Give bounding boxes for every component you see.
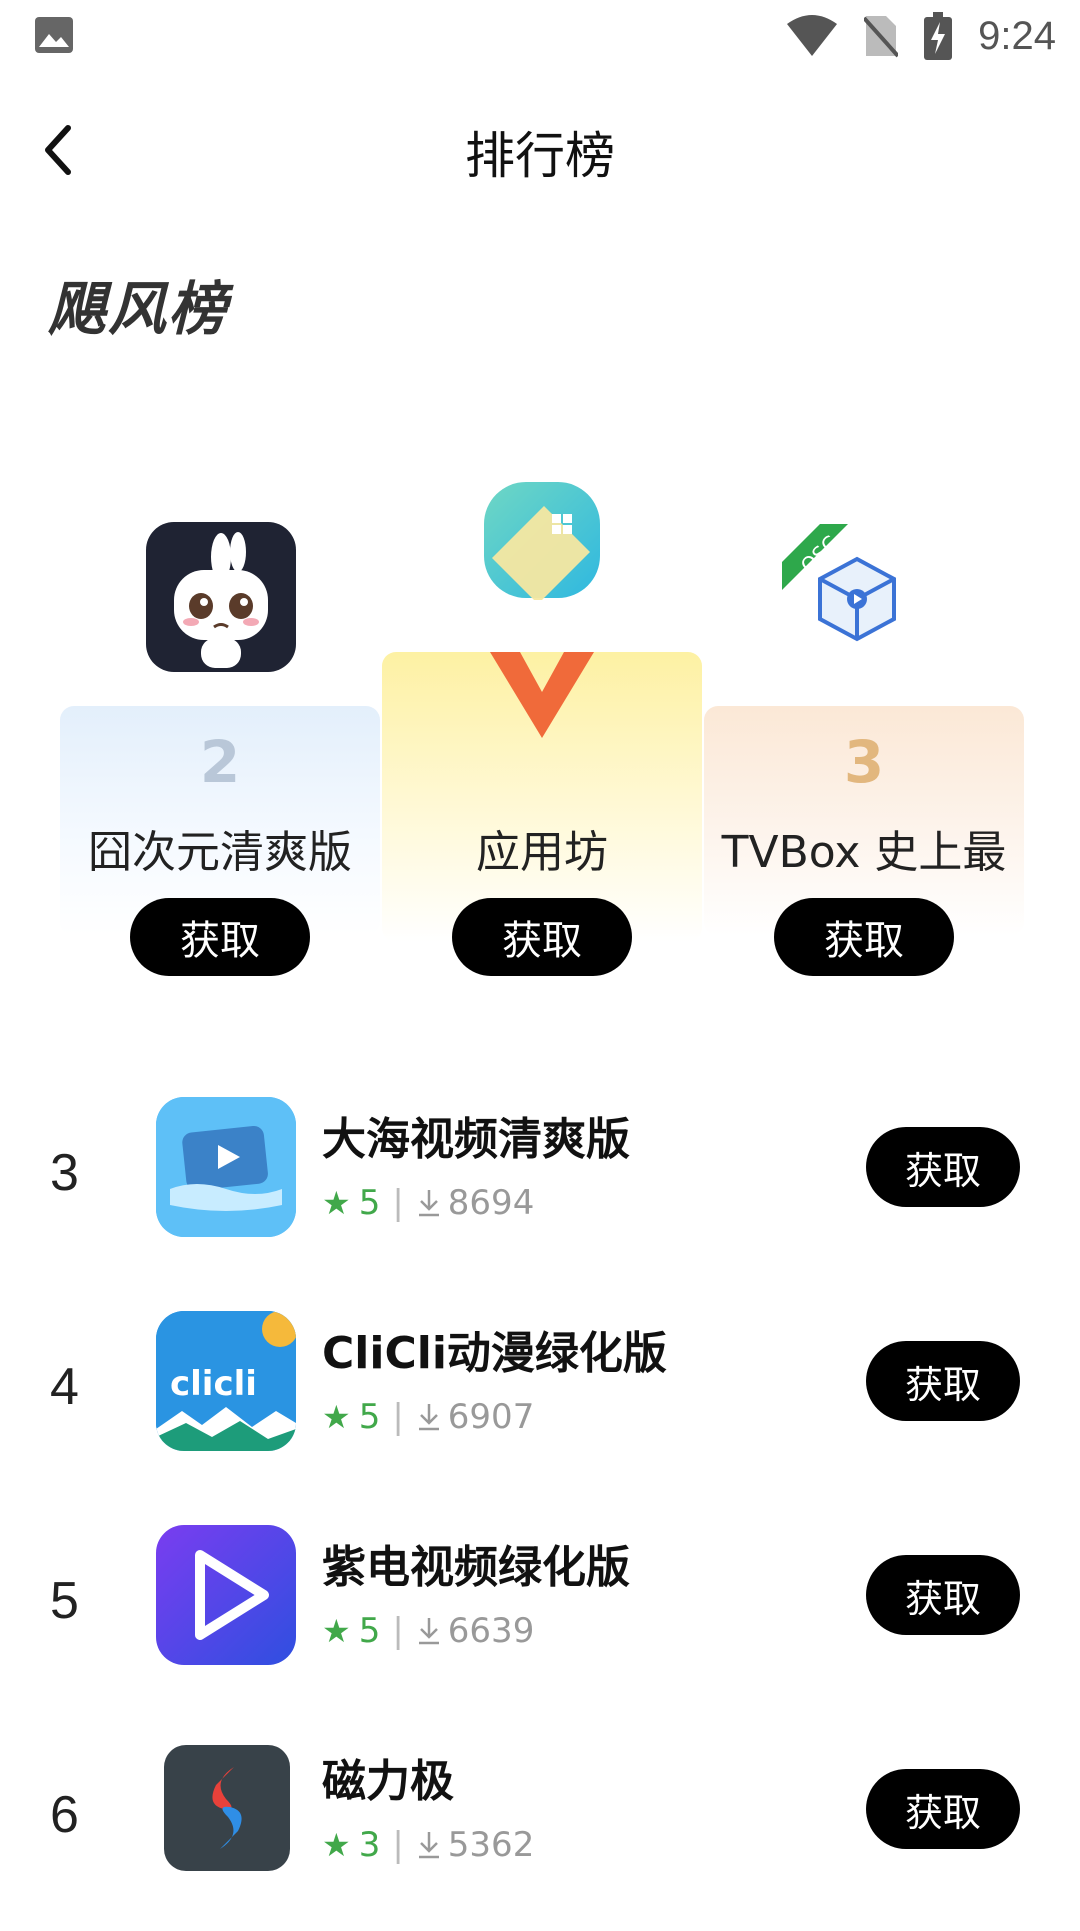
podium-app-name: TVBox 史上最 [721,827,1007,878]
page-title: 排行榜 [465,127,615,185]
app-name: CliCli动漫绿化版 [322,1328,667,1379]
battery-charging-icon [924,12,953,60]
rating-value: 5 [358,1397,381,1437]
podium-rank-2: 2 [199,728,241,796]
svg-text:clicli: clicli [170,1364,257,1404]
list-item[interactable]: 3 大海视频清爽版 ★ 5 | 8694 获取 [0,1075,1080,1289]
ocean-video-icon[interactable] [156,1097,296,1237]
star-icon: ★ [322,1826,351,1864]
top-app-bar: 排行榜 [0,90,1080,210]
app-meta: ★ 5 | 8694 [322,1183,534,1223]
star-icon: ★ [322,1398,351,1436]
ranking-list: 3 大海视频清爽版 ★ 5 | 8694 获取 4 clicli CliCli动… [0,1075,1080,1931]
download-icon [418,1404,439,1431]
purple-play-icon[interactable] [156,1525,296,1665]
app-name: 磁力极 [322,1756,454,1807]
podium-app-name: 囧次元清爽版 [88,827,352,878]
download-count: 5362 [447,1825,535,1865]
app-meta: ★ 5 | 6907 [322,1397,534,1437]
download-icon [418,1832,439,1859]
star-icon: ★ [322,1612,351,1650]
app-meta: ★ 3 | 5362 [322,1825,534,1865]
tvbox-cube-icon[interactable]: OSC [782,524,922,664]
get-button[interactable]: 获取 [866,1341,1020,1421]
podium-app-name: 应用坊 [476,827,608,878]
divider: | [392,1611,404,1651]
star-icon: ★ [322,1184,351,1222]
list-item[interactable]: 4 clicli CliCli动漫绿化版 ★ 5 | 6907 获取 [0,1289,1080,1503]
divider: | [392,1183,404,1223]
list-item[interactable]: 5 紫电视频绿化版 ★ 5 | 6639 获取 [0,1503,1080,1717]
divider: | [392,1397,404,1437]
download-icon [418,1190,439,1217]
download-count: 8694 [447,1183,535,1223]
download-count: 6907 [447,1397,535,1437]
top-three-podium: 2 囧次元清爽版 获取 1 应用坊 获取 OSC [60,470,1024,1000]
app-workshop-icon[interactable] [482,480,602,604]
get-button[interactable]: 获取 [866,1127,1020,1207]
rating-value: 3 [358,1825,381,1865]
rating-value: 5 [358,1183,381,1223]
rank-number: 6 [50,1786,79,1844]
image-notification-icon [35,17,73,53]
status-bar: 9:24 [0,0,1080,72]
list-item[interactable]: 6 磁力极 ★ 3 | 5362 获取 [0,1717,1080,1931]
app-name: 大海视频清爽版 [322,1114,630,1165]
divider: | [392,1825,404,1865]
get-button[interactable]: 获取 [866,1769,1020,1849]
download-count: 6639 [447,1611,535,1651]
podium-rank-3: 3 [843,728,885,796]
section-title: 飓风榜 [48,275,229,343]
wifi-icon [787,15,838,56]
clock: 9:24 [978,13,1056,58]
rating-value: 5 [358,1611,381,1651]
app-meta: ★ 5 | 6639 [322,1611,534,1651]
rank-number: 4 [50,1358,79,1416]
magnet-icon[interactable] [164,1745,290,1871]
podium-rank-1: 1 [382,726,702,794]
app-name: 紫电视频绿化版 [322,1542,630,1593]
rank-number: 3 [50,1144,79,1202]
get-button[interactable]: 获取 [130,898,310,976]
rank-number: 5 [50,1572,79,1630]
get-button[interactable]: 获取 [866,1555,1020,1635]
no-sim-icon [864,16,899,58]
cartoon-bunny-icon[interactable] [146,522,296,672]
get-button[interactable]: 获取 [452,898,632,976]
download-icon [418,1618,439,1645]
get-button[interactable]: 获取 [774,898,954,976]
clicli-icon[interactable]: clicli [156,1311,296,1451]
